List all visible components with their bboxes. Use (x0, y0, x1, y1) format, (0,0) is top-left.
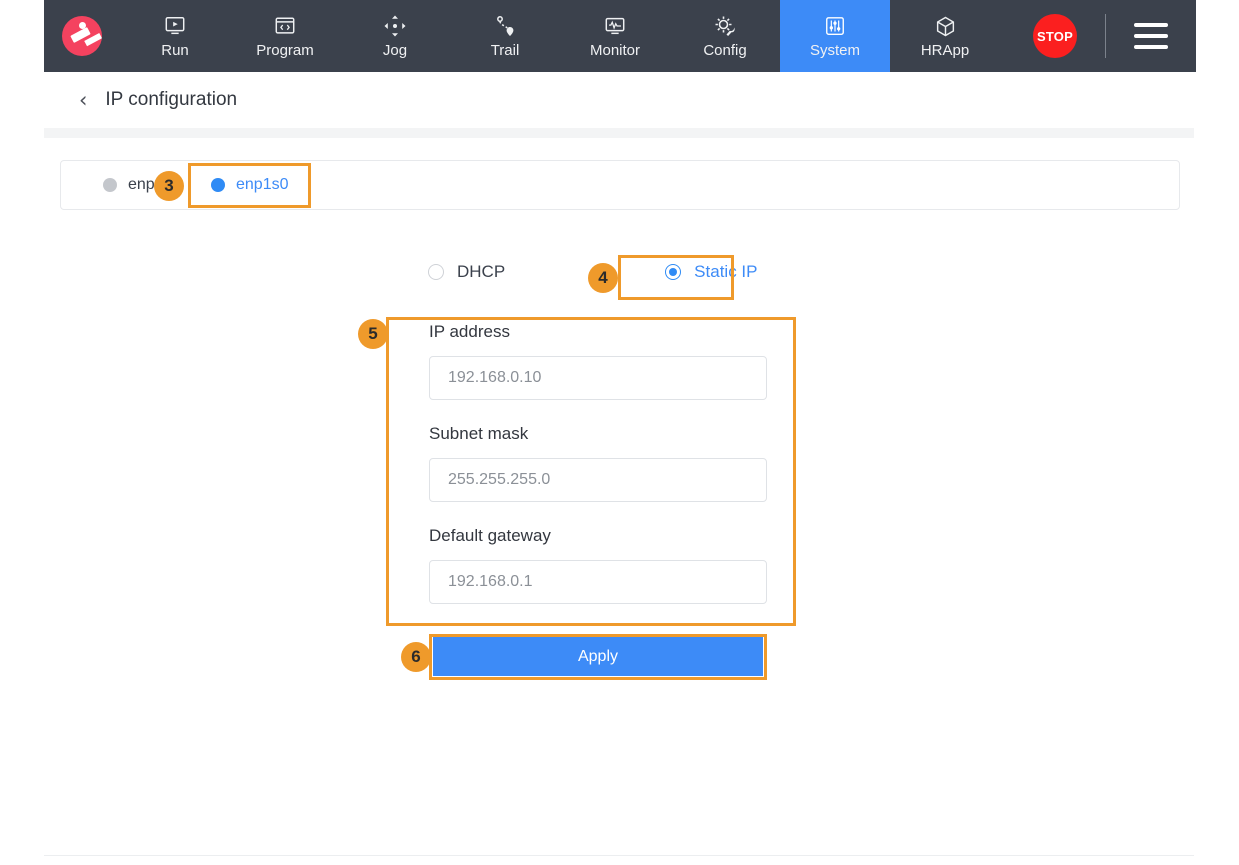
code-window-icon (274, 13, 296, 39)
label-default-gateway: Default gateway (429, 526, 551, 545)
section-separator-band (44, 128, 1194, 138)
move-arrows-icon (383, 13, 407, 39)
toolbar-label-program: Program (256, 42, 314, 59)
toolbar-label-trail: Trail (490, 42, 520, 59)
chevron-left-icon[interactable]: ‹ (79, 89, 87, 111)
toolbar-label-system: System (809, 42, 860, 59)
stop-button[interactable]: STOP (1033, 14, 1077, 58)
status-dot-active-icon (211, 178, 225, 192)
tab-enp1s0[interactable]: enp1s0 (191, 161, 309, 209)
ip-mode-radio-group: DHCP Static IP (428, 262, 757, 282)
tab-label-enp3s0: enp3s0 (128, 176, 181, 193)
toolbar-item-run[interactable]: Run (120, 0, 230, 72)
hamburger-bar (1134, 45, 1168, 49)
toolbar-label-monitor: Monitor (589, 42, 641, 59)
hamburger-bar (1134, 23, 1168, 27)
input-default-gateway[interactable]: 192.168.0.1 (429, 560, 767, 604)
annotation-badge-5: 5 (358, 319, 388, 349)
hamburger-bar (1134, 34, 1168, 38)
input-subnet-mask[interactable]: 255.255.255.0 (429, 458, 767, 502)
toolbar-label-jog: Jog (382, 42, 408, 59)
waveform-screen-icon (604, 13, 626, 39)
status-dot-inactive-icon (103, 178, 117, 192)
toolbar-label-hrapp: HRApp (920, 42, 970, 59)
page-title: IP configuration (105, 89, 238, 110)
toolbar-item-program[interactable]: Program (230, 0, 340, 72)
interface-tabstrip: enp3s0 enp1s0 (60, 160, 1180, 210)
radio-dhcp[interactable]: DHCP (428, 262, 505, 282)
ip-form-fields: IP address 192.168.0.10 Subnet mask 255.… (429, 322, 767, 628)
toolbar-item-monitor[interactable]: Monitor (560, 0, 670, 72)
radio-checked-icon (665, 264, 682, 280)
gear-wrench-icon (713, 13, 737, 39)
bottom-divider (44, 855, 1194, 856)
radio-label-dhcp: DHCP (457, 262, 506, 281)
toolbar-divider (1105, 14, 1106, 58)
toolbar-item-system[interactable]: System (780, 0, 890, 72)
label-subnet-mask: Subnet mask (429, 424, 529, 443)
robot-logo-icon (62, 16, 102, 56)
run-monitor-icon (164, 13, 186, 39)
main-toolbar: Run Program Jog Trail Monitor Config Sys… (44, 0, 1196, 72)
radio-static-ip[interactable]: Static IP (665, 262, 757, 282)
toolbar-item-hrapp[interactable]: HRApp (890, 0, 1000, 72)
label-ip-address: IP address (429, 322, 510, 341)
toolbar-label-config: Config (703, 42, 747, 59)
tab-label-enp1s0: enp1s0 (236, 176, 289, 193)
radio-label-static-ip: Static IP (694, 262, 758, 281)
cube-icon (934, 13, 957, 39)
hamburger-menu-icon[interactable] (1134, 23, 1168, 49)
apply-button[interactable]: Apply (433, 637, 763, 676)
toolbar-item-config[interactable]: Config (670, 0, 780, 72)
toolbar-item-jog[interactable]: Jog (340, 0, 450, 72)
toolbar-label-run: Run (161, 42, 189, 59)
input-ip-address[interactable]: 192.168.0.10 (429, 356, 767, 400)
radio-unchecked-icon (428, 264, 444, 280)
path-pin-icon (493, 13, 517, 39)
app-logo[interactable] (44, 0, 120, 72)
page-header: ‹ IP configuration (44, 72, 1196, 128)
sliders-panel-icon (824, 13, 846, 39)
toolbar-item-trail[interactable]: Trail (450, 0, 560, 72)
tab-enp3s0[interactable]: enp3s0 (83, 161, 201, 209)
toolbar-right-group: STOP (1033, 0, 1196, 72)
annotation-badge-6: 6 (401, 642, 431, 672)
